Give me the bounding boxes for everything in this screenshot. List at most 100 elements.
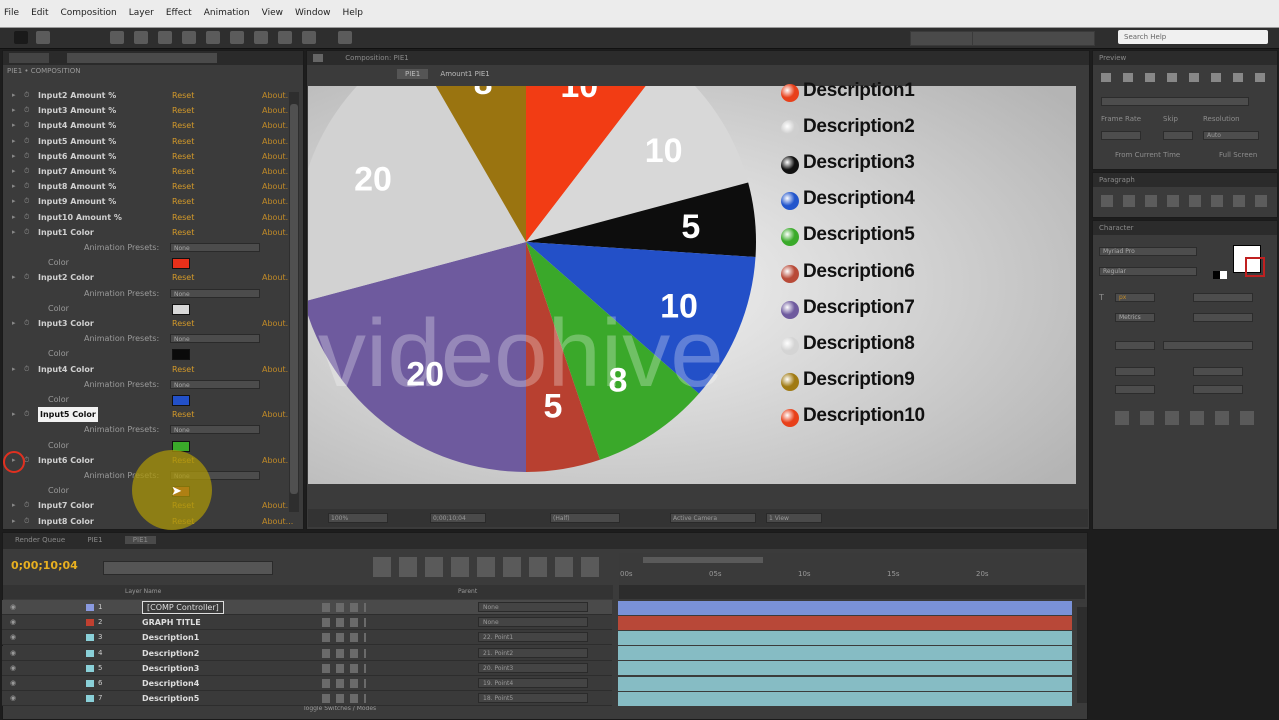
eye-icon[interactable]: ◉ — [10, 661, 16, 676]
twirl-icon[interactable]: ▸ — [12, 134, 16, 149]
menu-layer[interactable]: Layer — [129, 8, 154, 27]
reset-link[interactable]: Reset — [172, 210, 194, 225]
stopwatch-icon[interactable]: ⏱ — [24, 225, 29, 240]
twirl-icon[interactable]: ▸ — [12, 270, 16, 285]
resolution-select[interactable]: (Half) — [550, 513, 620, 523]
animation-presets-row[interactable]: Animation Presets: None — [4, 331, 294, 346]
menu-help[interactable]: Help — [342, 8, 363, 27]
stroke-color-swatch[interactable] — [1245, 257, 1265, 277]
full-screen-checkbox[interactable]: Full Screen — [1219, 151, 1257, 159]
pen-tool-icon[interactable] — [254, 31, 268, 44]
rotate-tool-icon[interactable] — [158, 31, 172, 44]
effect-amount-row[interactable]: ▸ ⏱ Input6 Amount % Reset About... — [4, 149, 294, 164]
layer-switches[interactable] — [322, 603, 366, 612]
first-frame-icon[interactable] — [1101, 73, 1111, 82]
layer-name[interactable]: Description4 — [142, 676, 199, 691]
twirl-icon[interactable]: ▸ — [12, 88, 16, 103]
effect-amount-row[interactable]: ▸ ⏱ Input9 Amount % Reset About... — [4, 194, 294, 209]
paragraph-align-buttons[interactable] — [1101, 195, 1271, 207]
camera-select[interactable]: Active Camera — [670, 513, 756, 523]
color-property-row[interactable]: Color — [4, 255, 294, 270]
layer-name[interactable]: Description1 — [142, 630, 199, 645]
layer-name[interactable]: [COMP Controller] — [142, 601, 224, 614]
animation-presets-row[interactable]: Animation Presets: None — [4, 377, 294, 392]
timeline-search-input[interactable] — [103, 561, 273, 575]
menu-window[interactable]: Window — [295, 8, 331, 27]
frame-rate-select[interactable] — [1101, 131, 1141, 140]
parent-select[interactable]: 21. Point2 — [478, 647, 588, 658]
timeline-scrollbar[interactable] — [1077, 607, 1087, 703]
stopwatch-icon[interactable]: ⏱ — [24, 498, 29, 513]
layer-duration-bar[interactable] — [618, 646, 1072, 661]
preview-options-select[interactable] — [1101, 97, 1249, 106]
parent-select[interactable]: 18. Point5 — [478, 693, 588, 704]
parent-select[interactable]: 22. Point1 — [478, 632, 588, 643]
eye-icon[interactable]: ◉ — [10, 600, 16, 615]
home-icon[interactable] — [14, 31, 28, 44]
animation-preset-select[interactable]: None — [170, 288, 260, 298]
effect-amount-row[interactable]: ▸ ⏱ Input7 Amount % Reset About... — [4, 164, 294, 179]
audio-icon[interactable] — [1211, 73, 1221, 82]
parent-select[interactable]: 19. Point4 — [478, 678, 588, 688]
label-color-icon[interactable] — [86, 649, 94, 657]
layer-duration-bar[interactable] — [618, 676, 1072, 691]
label-color-icon[interactable] — [86, 619, 94, 627]
stopwatch-icon[interactable]: ⏱ — [24, 270, 29, 285]
stopwatch-icon[interactable]: ⏱ — [24, 164, 29, 179]
play-icon[interactable] — [1145, 73, 1155, 82]
reset-link[interactable]: Reset — [172, 362, 194, 377]
stopwatch-icon[interactable]: ⏱ — [24, 103, 29, 118]
zoom-tool-icon[interactable] — [134, 31, 148, 44]
last-frame-icon[interactable] — [1189, 73, 1199, 82]
stopwatch-icon[interactable]: ⏱ — [24, 149, 29, 164]
twirl-icon[interactable]: ▸ — [12, 194, 16, 209]
label-color-icon[interactable] — [86, 634, 94, 642]
loop-icon[interactable] — [1233, 73, 1243, 82]
prev-frame-icon[interactable] — [1123, 73, 1133, 82]
font-family-select[interactable]: Myriad Pro — [1099, 247, 1197, 256]
parent-select[interactable]: None — [478, 617, 588, 628]
color-property-row[interactable]: Color — [4, 301, 294, 316]
color-swatch[interactable] — [172, 395, 190, 406]
color-property-row[interactable]: Color — [4, 392, 294, 407]
work-area-bar[interactable] — [643, 557, 763, 563]
layer-name[interactable]: Description5 — [142, 691, 199, 706]
stopwatch-icon[interactable]: ⏱ — [24, 407, 29, 422]
time-display[interactable]: 0;00;10;04 — [430, 513, 486, 523]
reset-link[interactable]: Reset — [172, 88, 194, 103]
label-color-icon[interactable] — [86, 604, 94, 611]
about-link[interactable]: About... — [262, 514, 293, 529]
workspace-select[interactable] — [972, 31, 1095, 46]
label-color-icon[interactable] — [86, 664, 94, 672]
zoom-select[interactable]: 100% — [328, 513, 388, 523]
font-style-select[interactable]: Regular — [1099, 267, 1197, 276]
eye-icon[interactable]: ◉ — [10, 646, 16, 661]
reset-link[interactable]: Reset — [172, 118, 194, 133]
menu-animation[interactable]: Animation — [204, 8, 250, 27]
text-style-buttons[interactable] — [1115, 411, 1265, 425]
menu-composition[interactable]: Composition — [61, 8, 117, 27]
effect-amount-row[interactable]: ▸ ⏱ Input10 Amount % Reset About... — [4, 210, 294, 225]
reset-link[interactable]: Reset — [172, 407, 194, 422]
menu-effect[interactable]: Effect — [166, 8, 192, 27]
stroke-style-select[interactable] — [1163, 341, 1253, 350]
next-frame-icon[interactable] — [1167, 73, 1177, 82]
table-row[interactable]: ◉ 2 GRAPH TITLE None — [2, 615, 612, 631]
effect-amount-row[interactable]: ▸ ⏱ Input5 Amount % Reset About... — [4, 134, 294, 149]
search-help-input[interactable]: Search Help — [1118, 30, 1268, 44]
reset-link[interactable]: Reset — [172, 149, 194, 164]
font-size-input[interactable]: px — [1115, 293, 1155, 302]
stopwatch-icon[interactable]: ⏱ — [24, 210, 29, 225]
layer-duration-bar[interactable] — [618, 615, 1072, 630]
tracking-input[interactable] — [1193, 313, 1253, 322]
stopwatch-icon[interactable]: ⏱ — [24, 134, 29, 149]
eye-icon[interactable]: ◉ — [10, 676, 16, 691]
table-row[interactable]: ◉ 6 Description4 19. Point4 — [2, 676, 612, 691]
reset-link[interactable]: Reset — [172, 316, 194, 331]
stroke-width-input[interactable] — [1115, 341, 1155, 350]
breadcrumb-pie1[interactable]: PIE1 — [397, 69, 429, 79]
effect-amount-row[interactable]: ▸ ⏱ Input4 Amount % Reset About... — [4, 118, 294, 133]
layer-switches[interactable] — [322, 618, 366, 628]
twirl-icon[interactable]: ▸ — [12, 103, 16, 118]
resolution-select[interactable]: Auto — [1203, 131, 1259, 140]
